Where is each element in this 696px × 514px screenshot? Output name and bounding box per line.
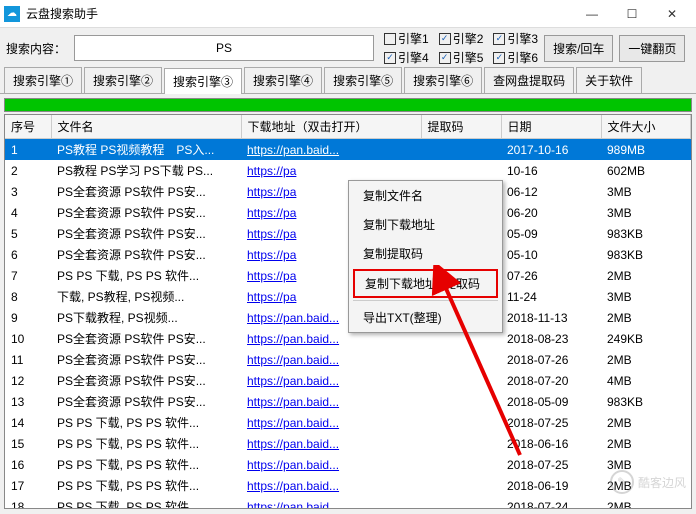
ctx-copy-code[interactable]: 复制提取码 <box>349 239 502 268</box>
col-index[interactable]: 序号 <box>5 115 51 139</box>
app-icon: ☁ <box>4 6 20 22</box>
ctx-copy-url-code[interactable]: 复制下载地址+提取码 <box>353 269 498 298</box>
engine-checkbox-1[interactable]: 引擎1 <box>384 30 429 47</box>
col-date[interactable]: 日期 <box>501 115 601 139</box>
engine-checkbox-4[interactable]: ✓引擎4 <box>384 49 429 66</box>
engine-checkbox-5[interactable]: ✓引擎5 <box>439 49 484 66</box>
search-input[interactable] <box>74 35 374 61</box>
search-label: 搜索内容： <box>6 40 66 57</box>
tab-4[interactable]: 搜索引擎⑤ <box>324 67 402 93</box>
window-title: 云盘搜索助手 <box>26 5 572 22</box>
table-row[interactable]: 13PS全套资源 PS软件 PS安...https://pan.baid...2… <box>5 391 691 412</box>
engine-checkbox-6[interactable]: ✓引擎6 <box>493 49 538 66</box>
titlebar: ☁ 云盘搜索助手 ― ☐ ✕ <box>0 0 696 28</box>
close-button[interactable]: ✕ <box>652 0 692 28</box>
search-button[interactable]: 搜索/回车 <box>544 35 613 62</box>
table-row[interactable]: 2PS教程 PS学习 PS下载 PS...https://pa10-16602M… <box>5 160 691 181</box>
col-url[interactable]: 下载地址（双击打开） <box>241 115 421 139</box>
col-code[interactable]: 提取码 <box>421 115 501 139</box>
table-row[interactable]: 16PS PS 下载, PS PS 软件...https://pan.baid.… <box>5 454 691 475</box>
tabs: 搜索引擎①搜索引擎②搜索引擎③搜索引擎④搜索引擎⑤搜索引擎⑥查网盘提取码关于软件 <box>0 68 696 94</box>
context-menu: 复制文件名 复制下载地址 复制提取码 复制下载地址+提取码 导出TXT(整理) <box>348 180 503 333</box>
tab-3[interactable]: 搜索引擎④ <box>244 67 322 93</box>
tab-6[interactable]: 查网盘提取码 <box>484 67 574 93</box>
engine-checkbox-2[interactable]: ✓引擎2 <box>439 30 484 47</box>
watermark-text: 酷客边风 <box>638 474 686 491</box>
minimize-button[interactable]: ― <box>572 0 612 28</box>
tab-5[interactable]: 搜索引擎⑥ <box>404 67 482 93</box>
toolbar: 搜索内容： 引擎1 ✓引擎2 ✓引擎3 ✓引擎4 ✓引擎5 ✓引擎6 搜索/回车 一键翻页 <box>0 28 696 68</box>
col-size[interactable]: 文件大小 <box>601 115 691 139</box>
engine-checkbox-3[interactable]: ✓引擎3 <box>493 30 538 47</box>
col-filename[interactable]: 文件名 <box>51 115 241 139</box>
tab-7[interactable]: 关于软件 <box>576 67 642 93</box>
table-row[interactable]: 11PS全套资源 PS软件 PS安...https://pan.baid...2… <box>5 349 691 370</box>
engine-checkboxes: 引擎1 ✓引擎2 ✓引擎3 ✓引擎4 ✓引擎5 ✓引擎6 <box>384 30 538 66</box>
tab-0[interactable]: 搜索引擎① <box>4 67 82 93</box>
watermark-icon: ✎ <box>610 470 634 494</box>
table-row[interactable]: 12PS全套资源 PS软件 PS安...https://pan.baid...2… <box>5 370 691 391</box>
table-row[interactable]: 17PS PS 下载, PS PS 软件...https://pan.baid.… <box>5 475 691 496</box>
table-row[interactable]: 18PS PS 下载, PS PS 软件...https://pan.baid.… <box>5 496 691 509</box>
table-row[interactable]: 1PS教程 PS视频教程 PS入...https://pan.baid...20… <box>5 139 691 161</box>
tab-1[interactable]: 搜索引擎② <box>84 67 162 93</box>
watermark: ✎ 酷客边风 <box>610 470 686 494</box>
progress-bar <box>4 98 692 112</box>
table-row[interactable]: 14PS PS 下载, PS PS 软件...https://pan.baid.… <box>5 412 691 433</box>
ctx-export-txt[interactable]: 导出TXT(整理) <box>349 303 502 332</box>
ctx-copy-filename[interactable]: 复制文件名 <box>349 181 502 210</box>
maximize-button[interactable]: ☐ <box>612 0 652 28</box>
ctx-copy-url[interactable]: 复制下载地址 <box>349 210 502 239</box>
tab-2[interactable]: 搜索引擎③ <box>164 68 242 94</box>
table-row[interactable]: 15PS PS 下载, PS PS 软件...https://pan.baid.… <box>5 433 691 454</box>
ctx-separator <box>353 300 498 301</box>
page-button[interactable]: 一键翻页 <box>619 35 685 62</box>
